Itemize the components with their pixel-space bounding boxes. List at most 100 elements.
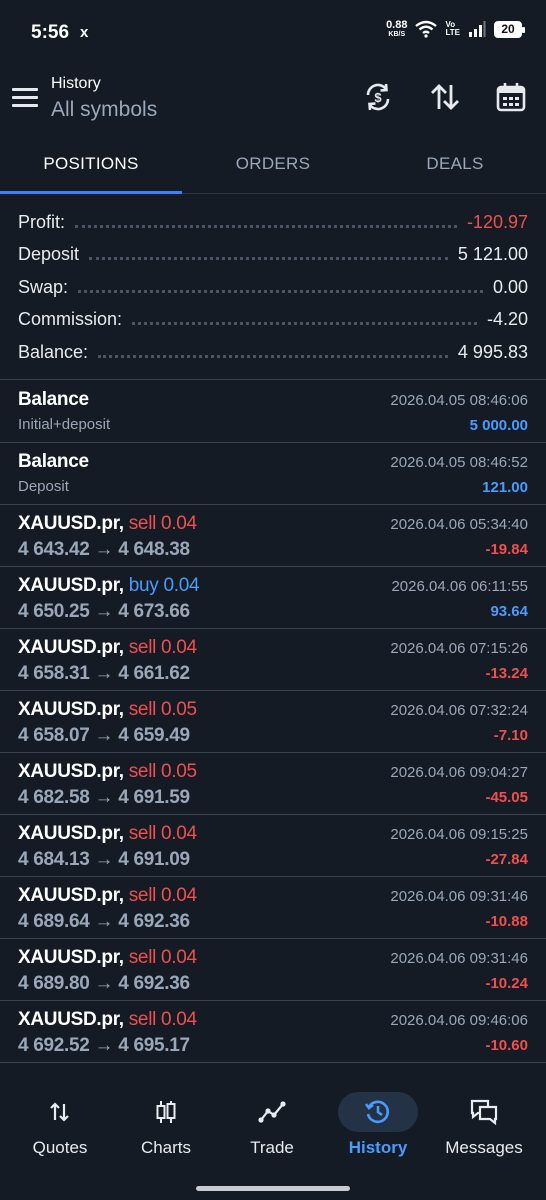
deal-profit: -27.84 [485,851,528,868]
summary-commission-row: Commission: -4.20 [0,304,546,337]
balance-op-amount: 121.00 [482,479,528,496]
deal-item[interactable]: XAUUSD.pr, sell 0.04 4 684.13 → 4 691.09 2… [0,815,546,877]
deal-profit: -10.88 [485,913,528,930]
balance-value: 4 995.83 [457,341,528,362]
chat-bubbles-icon [444,1092,524,1132]
deal-symbol-text: XAUUSD.pr, [18,761,124,782]
trend-line-icon [232,1092,312,1132]
deal-time: 2026.04.06 05:34:40 [390,516,528,533]
profit-label: Profit: [18,211,66,232]
deal-side: sell 0.04 [128,513,197,534]
deal-profit: -45.05 [485,789,528,806]
network-speed-unit: KB/S [388,31,406,38]
volte-bottom: LTE [445,28,460,37]
deal-symbol-text: XAUUSD.pr, [18,1009,124,1030]
bottom-navigation: Quotes Charts Trade History Messages [0,1078,546,1182]
nav-history[interactable]: History [328,1092,428,1162]
balance-op-comment: Deposit [18,478,69,495]
deal-time: 2026.04.06 07:15:26 [390,640,528,657]
commission-value: -4.20 [486,309,528,330]
summary-swap-row: Swap: 0.00 [0,271,546,304]
deal-symbol: XAUUSD.pr, sell 0.04 [18,885,197,907]
deal-prices: 4 682.58 → 4 691.59 [18,787,190,808]
tab-positions[interactable]: POSITIONS [0,134,182,194]
dotted-leader [75,224,457,228]
balance-op-item[interactable]: Balance Initial+deposit 2026.04.05 08:46… [0,381,546,443]
page-title: History [51,75,101,92]
tab-deals[interactable]: DEALS [364,134,546,193]
deal-item[interactable]: XAUUSD.pr, sell 0.05 4 658.07 → 4 659.49 2… [0,691,546,753]
network-speed: 0.88 KB/S [386,19,408,39]
nav-quotes[interactable]: Quotes [10,1092,110,1162]
deal-side: sell 0.04 [128,823,197,844]
deal-profit: 93.64 [490,603,528,620]
deal-prices: 4 689.64 → 4 692.36 [18,911,190,932]
battery-icon: 20 [494,20,525,38]
status-bar: 5:56 x 0.88 KB/S Vo LTE 20 [0,0,546,64]
deal-profit: -10.60 [485,1037,528,1054]
deal-time: 2026.04.06 09:15:25 [390,826,528,843]
nav-label: History [348,1138,408,1157]
deal-prices: 4 689.80 → 4 692.36 [18,973,190,994]
arrows-up-down-icon [20,1092,100,1132]
swap-label: Swap: [18,276,69,297]
deal-item[interactable]: XAUUSD.pr, sell 0.04 4 643.42 → 4 648.38 2… [0,505,546,567]
status-time: 5:56 [31,22,70,43]
summary-deposit-row: Deposit 5 121.00 [0,239,546,272]
balance-op-item[interactable]: Balance Deposit 2026.04.05 08:46:52 121.… [0,443,546,505]
deal-item[interactable]: XAUUSD.pr, sell 0.04 4 658.31 → 4 661.62 2… [0,629,546,691]
deal-symbol: XAUUSD.pr, sell 0.04 [18,1009,197,1031]
balance-op-title: Balance [18,451,89,472]
nav-charts[interactable]: Charts [116,1092,216,1162]
wifi-icon [415,20,438,38]
deal-profit: -13.24 [485,665,528,682]
tab-orders[interactable]: ORDERS [182,134,364,193]
nav-messages[interactable]: Messages [434,1092,534,1162]
deal-item[interactable]: XAUUSD.pr, sell 0.04 4 689.64 → 4 692.36 2… [0,877,546,939]
deal-side: sell 0.05 [128,699,197,720]
nav-label: Charts [140,1138,192,1157]
deal-profit: -10.24 [485,975,528,992]
signal-icon [469,21,486,37]
deal-side: sell 0.04 [128,947,197,968]
deal-prices: 4 684.13 → 4 691.09 [18,849,190,870]
deal-item[interactable]: XAUUSD.pr, buy 0.04 4 650.25 → 4 673.66 20… [0,567,546,629]
deal-symbol: XAUUSD.pr, sell 0.05 [18,699,197,721]
deal-profit: -19.84 [485,541,528,558]
summary-divider [0,379,546,380]
deal-symbol: XAUUSD.pr, sell 0.04 [18,637,197,659]
summary-profit-row: Profit: -120.97 [0,206,546,239]
nav-label: Messages [445,1138,523,1157]
deal-item[interactable]: XAUUSD.pr, sell 0.05 4 682.58 → 4 691.59 2… [0,753,546,815]
summary-balance-row: Balance: 4 995.83 [0,336,546,369]
calendar-icon[interactable] [492,78,530,116]
history-list: Balance Initial+deposit 2026.04.05 08:46… [0,381,546,1063]
deal-symbol: XAUUSD.pr, sell 0.04 [18,513,197,535]
currency-sync-icon[interactable]: $ [359,78,397,116]
deal-symbol: XAUUSD.pr, sell 0.04 [18,823,197,845]
network-speed-value: 0.88 [386,19,408,31]
deal-prices: 4 643.42 → 4 648.38 [18,539,190,560]
balance-label: Balance: [18,341,89,362]
deal-item[interactable]: XAUUSD.pr, sell 0.04 4 692.52 → 4 695.17 2… [0,1001,546,1063]
summary-panel: Profit: -120.97 Deposit 5 121.00 Swap: 0… [0,206,546,369]
balance-op-title: Balance [18,389,89,410]
deal-symbol-text: XAUUSD.pr, [18,575,124,596]
history-tabs: POSITIONS ORDERS DEALS [0,134,546,194]
deal-prices: 4 658.07 → 4 659.49 [18,725,190,746]
deal-side: sell 0.04 [128,637,197,658]
dotted-leader [98,354,448,358]
sort-arrows-icon[interactable] [426,78,464,116]
deal-time: 2026.04.06 09:31:46 [390,888,528,905]
deal-symbol-text: XAUUSD.pr, [18,513,124,534]
hamburger-menu-icon[interactable] [12,86,40,108]
deal-time: 2026.04.06 07:32:24 [390,702,528,719]
history-clock-icon [338,1092,418,1132]
balance-op-time: 2026.04.05 08:46:52 [390,454,528,471]
swap-value: 0.00 [492,276,528,297]
app-header: History All symbols $ [0,64,546,134]
deal-symbol-text: XAUUSD.pr, [18,823,124,844]
deal-item[interactable]: XAUUSD.pr, sell 0.04 4 689.80 → 4 692.36 2… [0,939,546,1001]
symbol-filter[interactable]: All symbols [51,98,157,122]
nav-trade[interactable]: Trade [222,1092,322,1162]
